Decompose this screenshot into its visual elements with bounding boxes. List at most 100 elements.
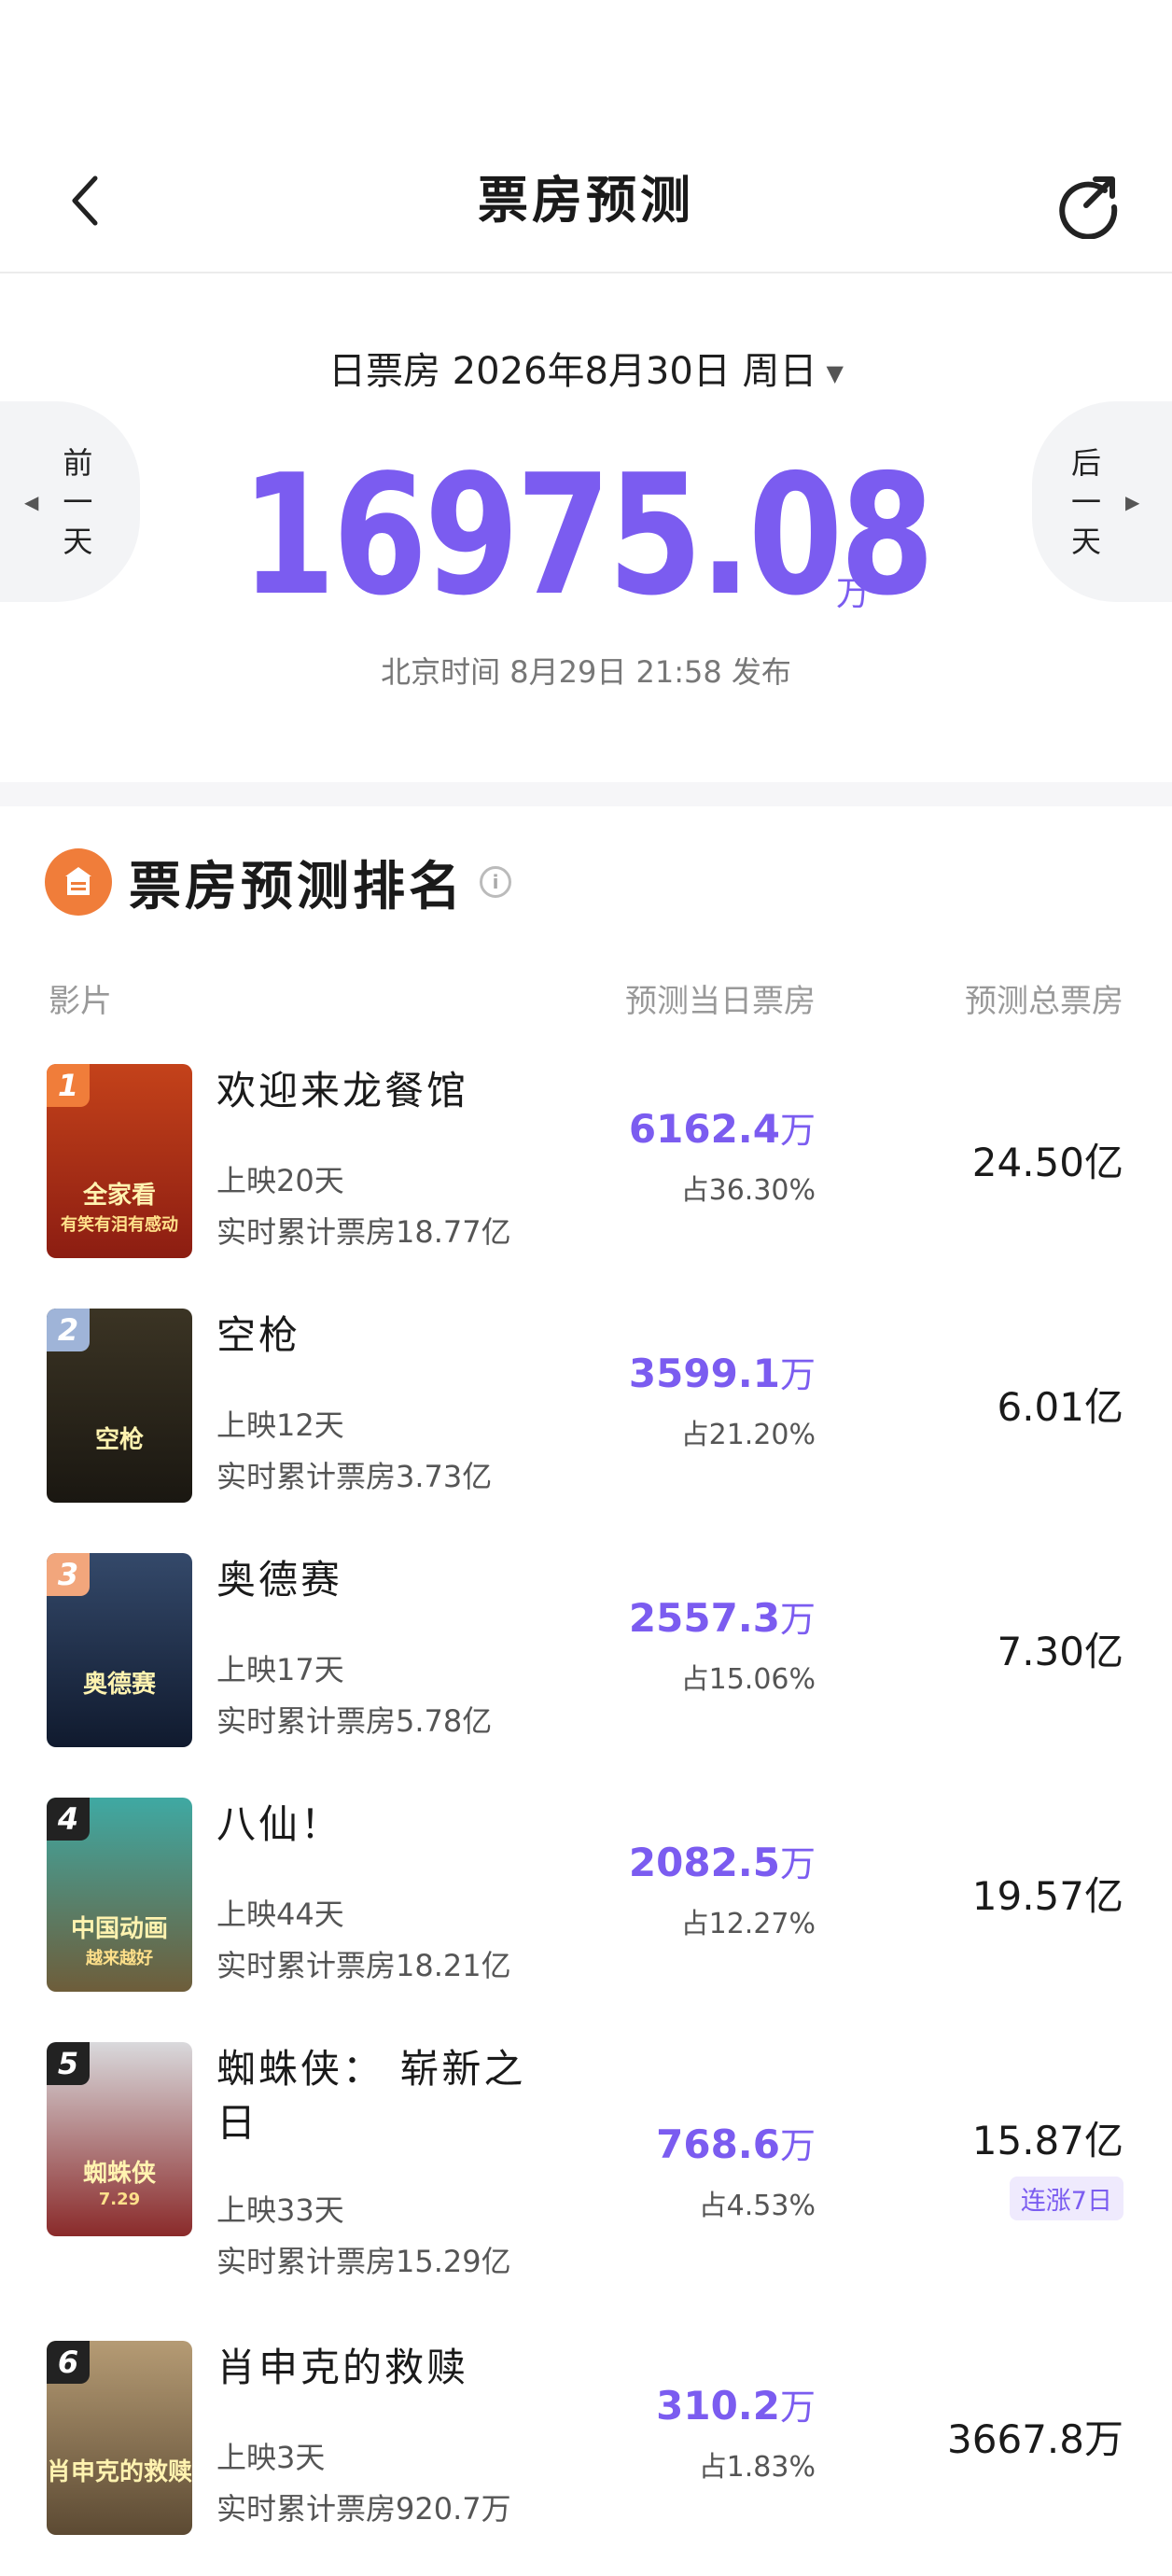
- film-title[interactable]: 欢迎来龙餐馆: [216, 1064, 534, 1118]
- market-share: 占36.30%: [680, 1174, 816, 1207]
- daily-unit: 万: [779, 1354, 816, 1395]
- total-forecast: 6.01亿: [997, 1384, 1123, 1430]
- total-forecast: 7.30亿: [997, 1629, 1123, 1674]
- cumulative-box-office: 实时累计票房18.21亿: [216, 1948, 511, 1983]
- movie-poster[interactable]: 空枪 2: [47, 1309, 192, 1503]
- triangle-right-icon: ▶: [1125, 490, 1140, 513]
- release-days: 上映3天: [216, 2440, 326, 2475]
- release-days: 上映12天: [216, 1407, 344, 1443]
- rank-badge: 2: [47, 1309, 90, 1351]
- rank-badge: 6: [47, 2341, 90, 2384]
- poster-title: 奥德赛: [82, 1671, 156, 1699]
- movie-poster[interactable]: 奥德赛 3: [47, 1553, 192, 1747]
- daily-forecast: 3599.1万: [629, 1346, 816, 1397]
- info-icon[interactable]: i: [480, 866, 511, 898]
- share-button[interactable]: [1053, 168, 1123, 240]
- film-row[interactable]: 空枪 2 空枪 上映12天 实时累计票房3.73亿 3599.1万 占21.20% 6.01亿: [0, 1309, 1172, 1551]
- daily-total-box-office: 16975.08 万: [0, 453, 1172, 619]
- release-days: 上映44天: [216, 1897, 344, 1932]
- movie-poster[interactable]: 中国动画越来越好 4: [47, 1798, 192, 1992]
- film-title[interactable]: 肖申克的救赎: [216, 2341, 534, 2395]
- daily-forecast: 310.2万: [656, 2378, 816, 2429]
- cumulative-box-office: 实时累计票房18.77亿: [216, 1214, 511, 1250]
- film-row[interactable]: 肖申克的救赎 6 肖申克的救赎 上映3天 实时累计票房920.7万 310.2万 占1.83…: [0, 2341, 1172, 2576]
- film-title[interactable]: 奥德赛: [216, 1553, 534, 1607]
- poster-title: 中国动画: [70, 1915, 168, 1943]
- movie-poster[interactable]: 肖申克的救赎 6: [47, 2341, 192, 2535]
- daily-summary: 日票房 2026年8月30日 周日 ▼ ◀ 前 一 天 16975.08 万 后 …: [0, 275, 1172, 779]
- poster-title: 蜘蛛侠: [82, 2160, 156, 2188]
- daily-forecast: 6162.4万: [629, 1101, 816, 1153]
- market-share: 占15.06%: [680, 1663, 816, 1696]
- daily-value: 2557.3: [628, 1595, 780, 1641]
- date-selector[interactable]: 日票房 2026年8月30日 周日 ▼: [0, 341, 1172, 395]
- market-share: 占12.27%: [680, 1908, 816, 1940]
- daily-unit: 万: [779, 2387, 816, 2428]
- film-title[interactable]: 蜘蛛侠： 崭新之日: [216, 2042, 534, 2150]
- daily-unit: 万: [779, 2125, 816, 2166]
- col-film: 影片: [49, 983, 112, 1020]
- publish-time: 北京时间 8月29日 21:58 发布: [381, 654, 791, 690]
- film-row[interactable]: 蜘蛛侠 7.29 5 蜘蛛侠： 崭新之日上映33天实时累计票房15.29亿 768.6万…: [0, 2042, 1172, 2285]
- share-icon: [1059, 176, 1118, 240]
- date-label: 日票房 2026年8月30日 周日: [328, 350, 817, 393]
- poster-tagline: 有笑有泪有感动: [61, 1215, 178, 1235]
- top-bar: 票房预测: [0, 0, 1172, 273]
- poster-tagline: 越来越好: [86, 1949, 153, 1968]
- next-day-button[interactable]: 后 一 天 ▶: [1032, 401, 1172, 602]
- cumulative-box-office: 实时累计票房3.73亿: [216, 1459, 493, 1494]
- caret-down-icon: ▼: [826, 360, 844, 386]
- daily-value: 6162.4: [628, 1106, 780, 1152]
- ranking-title: 票房预测排名: [129, 856, 465, 917]
- release-days: 上映17天: [216, 1652, 344, 1687]
- daily-value: 310.2: [656, 2383, 780, 2429]
- poster-title: 空枪: [94, 1426, 144, 1454]
- total-forecast: 3667.8万: [947, 2416, 1123, 2462]
- movie-poster[interactable]: 蜘蛛侠 7.29 5: [47, 2042, 192, 2236]
- daily-forecast: 2557.3万: [629, 1590, 816, 1642]
- daily-unit: 万: [779, 1110, 816, 1151]
- col-total: 预测总票房: [965, 983, 1123, 1020]
- poster-title: 肖申克的救赎: [47, 2458, 192, 2486]
- release-days: 上映33天: [216, 2192, 344, 2228]
- cumulative-box-office: 实时累计票房15.29亿: [216, 2244, 511, 2279]
- section-divider: [0, 782, 1172, 806]
- cumulative-box-office: 实时累计票房5.78亿: [216, 1703, 493, 1739]
- streak-badge: 连涨7日: [1009, 2177, 1123, 2220]
- film-title[interactable]: 空枪: [216, 1309, 534, 1363]
- release-days: 上映20天: [216, 1163, 344, 1198]
- next-day-label: 后 一 天: [1070, 444, 1101, 559]
- poster-title: 全家看: [82, 1182, 156, 1210]
- daily-unit: 万: [779, 1843, 816, 1884]
- market-share: 占4.53%: [698, 2190, 816, 2222]
- total-forecast: 19.57亿: [971, 1873, 1123, 1919]
- rank-badge: 5: [47, 2042, 90, 2085]
- daily-forecast: 768.6万: [656, 2117, 816, 2168]
- daily-value: 2082.5: [628, 1840, 780, 1885]
- total-forecast: 15.87亿: [971, 2118, 1123, 2163]
- poster-tagline: 7.29: [98, 2190, 141, 2209]
- film-row[interactable]: 中国动画越来越好 4 八仙！ 上映44天实时累计票房18.21亿 2082.5万占12.…: [0, 1798, 1172, 2040]
- movie-poster[interactable]: 全家看有笑有泪有感动 1: [47, 1064, 192, 1258]
- ranking-header: 票房预测排名 i: [45, 845, 511, 919]
- film-row[interactable]: 全家看有笑有泪有感动 1 欢迎来龙餐馆上映20天实时累计票房18.77亿 6162.4…: [0, 1064, 1172, 1307]
- total-forecast: 24.50亿: [971, 1140, 1123, 1185]
- col-daily: 预测当日票房: [625, 983, 816, 1020]
- daily-forecast: 2082.5万: [629, 1835, 816, 1886]
- daily-value: 3599.1: [628, 1351, 780, 1396]
- film-row[interactable]: 奥德赛 3 奥德赛 上映17天 实时累计票房5.78亿 2557.3万 占15.06% 7.3…: [0, 1553, 1172, 1796]
- total-unit: 万: [836, 575, 871, 613]
- total-value: 16975.08: [240, 439, 934, 632]
- rank-badge: 3: [47, 1553, 90, 1596]
- film-title[interactable]: 八仙！: [216, 1798, 534, 1852]
- daily-unit: 万: [779, 1599, 816, 1640]
- page-title: 票房预测: [478, 171, 694, 230]
- cumulative-box-office: 实时累计票房920.7万: [216, 2491, 511, 2527]
- market-share: 占1.83%: [698, 2451, 816, 2484]
- market-share: 占21.20%: [680, 1419, 816, 1451]
- column-headers: 影片 预测当日票房 预测总票房: [0, 975, 1172, 1022]
- daily-value: 768.6: [656, 2121, 780, 2167]
- rank-badge: 4: [47, 1798, 90, 1841]
- ticket-icon: [45, 848, 112, 916]
- rank-badge: 1: [47, 1064, 90, 1107]
